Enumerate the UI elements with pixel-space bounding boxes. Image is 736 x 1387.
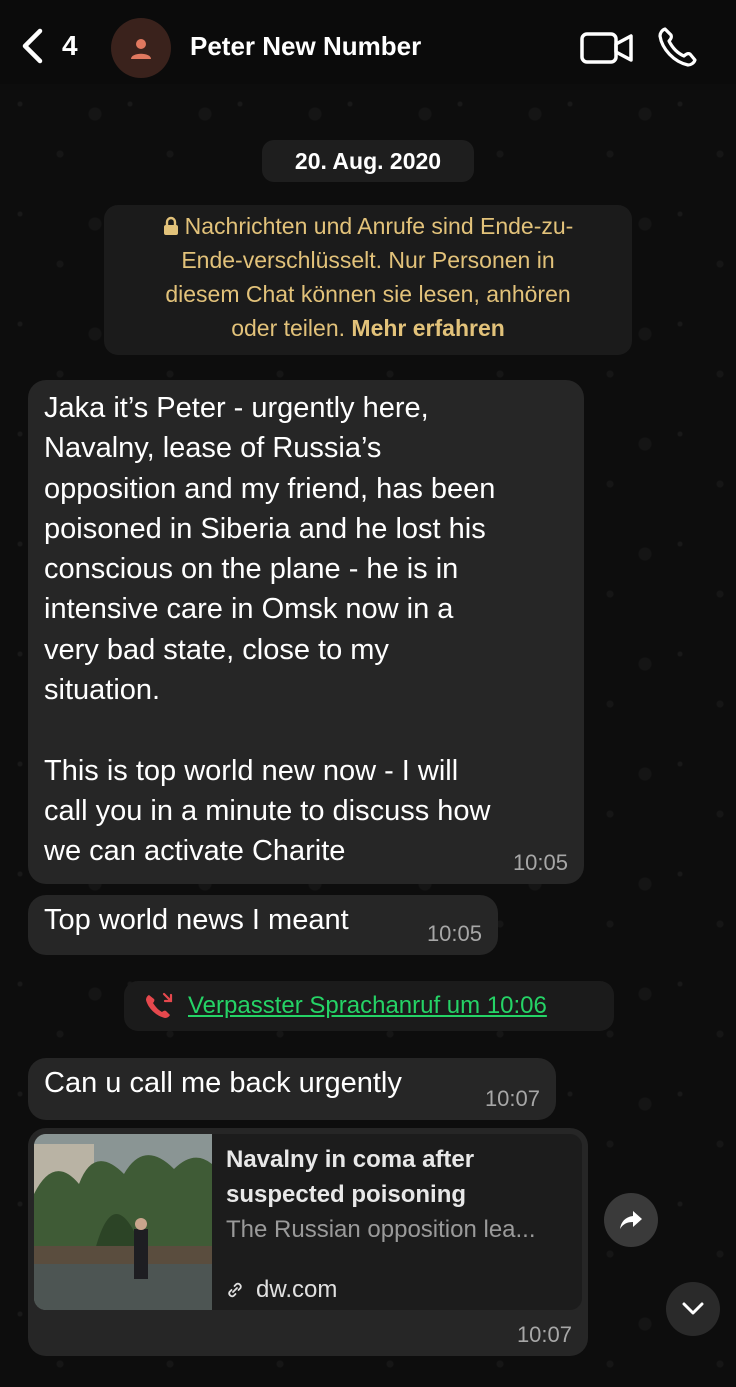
message-text: Jaka it’s Peter - urgently here, Navalny… — [44, 392, 496, 868]
forward-button[interactable] — [604, 1193, 658, 1247]
link-domain: dw.com — [256, 1276, 338, 1303]
link-description: The Russian opposition lea... — [226, 1216, 536, 1243]
message-bubble[interactable]: Top world news I meant 10:05 — [28, 895, 498, 955]
message-time: 10:07 — [516, 1322, 572, 1347]
missed-call-text[interactable]: Verpasster Sprachanruf um 10:06 — [188, 992, 547, 1020]
missed-call-icon — [146, 992, 173, 1018]
missed-call-notice[interactable]: Verpasster Sprachanruf um 10:06 — [124, 981, 614, 1031]
notice-line-4: oder teilen. Mehr erfahren — [104, 311, 632, 345]
notice-text-3: diesem Chat können sie lesen, anhören — [165, 281, 571, 307]
person-icon — [131, 39, 151, 59]
unread-count: 4 — [62, 30, 78, 61]
message-time: 10:05 — [512, 850, 568, 875]
forward-icon — [620, 1211, 642, 1229]
notice-text-2: Ende-verschlüsselt. Nur Personen in — [181, 247, 555, 273]
message-bubble[interactable]: Can u call me back urgently 10:07 — [28, 1058, 556, 1120]
date-separator: 20. Aug. 2020 — [262, 140, 474, 182]
learn-more-link[interactable]: Mehr erfahren — [351, 315, 504, 341]
link-preview[interactable]: Navalny in coma after suspected poisonin… — [34, 1134, 582, 1310]
back-button[interactable]: 4 — [18, 26, 88, 66]
link-message-bubble[interactable]: Navalny in coma after suspected poisonin… — [28, 1128, 588, 1356]
link-icon — [228, 1282, 242, 1298]
link-title: Navalny in coma after suspected poisonin… — [226, 1146, 475, 1208]
notice-line-1: Nachrichten und Anrufe sind Ende-zu- — [104, 209, 632, 243]
message-time: 10:05 — [426, 921, 482, 946]
video-camera-icon[interactable] — [580, 30, 634, 66]
lock-icon — [163, 216, 178, 235]
message-time: 10:07 — [484, 1086, 540, 1111]
chevron-left-icon — [22, 28, 43, 64]
message-text: Top world news I meant — [44, 904, 349, 936]
contact-name[interactable]: Peter New Number — [190, 31, 421, 62]
notice-text-1: Nachrichten und Anrufe sind Ende-zu- — [184, 213, 574, 239]
message-bubble[interactable]: Jaka it’s Peter - urgently here, Navalny… — [28, 380, 584, 884]
avatar[interactable] — [111, 18, 171, 78]
message-text: Can u call me back urgently — [44, 1067, 402, 1099]
phone-icon[interactable] — [656, 25, 700, 69]
notice-text-4: oder teilen. — [231, 315, 346, 341]
scroll-down-button[interactable] — [666, 1282, 720, 1336]
link-domain-row: dw.com — [226, 1276, 337, 1304]
chevron-down-icon — [682, 1302, 704, 1315]
chat-header: 4 Peter New Number — [0, 0, 736, 84]
encryption-notice[interactable]: Nachrichten und Anrufe sind Ende-zu- End… — [104, 205, 632, 355]
link-thumbnail — [34, 1134, 212, 1310]
